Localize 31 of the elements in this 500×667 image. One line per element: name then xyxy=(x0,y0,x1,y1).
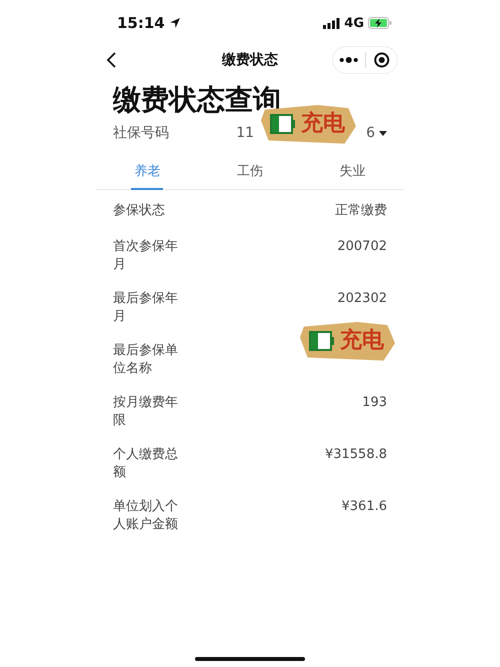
battery-icon xyxy=(309,331,335,352)
field-label: 首次参保年月 xyxy=(113,238,179,274)
tab[interactable]: 养老 xyxy=(96,152,199,189)
sticker-text: 充电 xyxy=(339,327,385,355)
tab[interactable]: 工伤 xyxy=(198,152,302,189)
field-label: 按月缴费年限 xyxy=(113,394,179,430)
field-value: ¥31558.8 xyxy=(324,446,387,464)
dropdown-icon[interactable] xyxy=(379,130,387,136)
page-title: 缴费状态 xyxy=(222,52,278,68)
field-label: 最后参保单位名称 xyxy=(113,342,179,378)
battery-charging-icon xyxy=(368,17,392,29)
tab[interactable]: 失业 xyxy=(301,152,404,189)
signal-icon xyxy=(323,18,340,28)
ssn-value: 6 xyxy=(366,125,375,141)
field-value: 193 xyxy=(362,394,387,412)
field-label: 参保状态 xyxy=(113,202,166,220)
location-icon xyxy=(168,17,181,29)
field-label: 个人缴费总额 xyxy=(113,446,179,482)
field-label: 单位划入个人账户金额 xyxy=(113,498,179,534)
back-icon[interactable] xyxy=(106,52,118,68)
sticker-text: 充电 xyxy=(300,110,346,138)
field-value: 200702 xyxy=(337,238,387,256)
field-value: 202302 xyxy=(337,290,387,308)
battery-icon xyxy=(270,114,296,134)
ssn-value: 11 xyxy=(236,125,254,141)
network-type: 4G xyxy=(344,16,364,30)
field-label: 社保号码 xyxy=(113,124,169,142)
field-value: 正常缴费 xyxy=(335,202,387,220)
clock: 15:14 xyxy=(117,14,165,32)
field-value: ¥361.6 xyxy=(342,498,387,516)
field-label: 最后参保年月 xyxy=(113,290,179,326)
